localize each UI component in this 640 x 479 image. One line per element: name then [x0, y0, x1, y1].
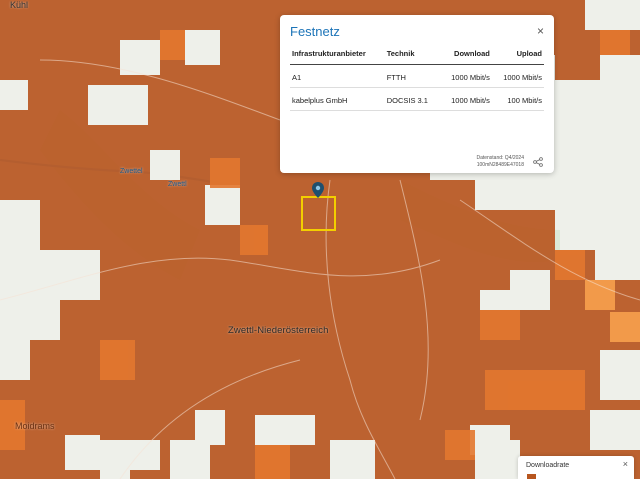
data-status: Datenstand: Q4/2024 100mN28489E47018: [476, 155, 524, 169]
upload-cell: 100 Mbit/s: [491, 87, 544, 111]
city-label: Zwettl-Niederösterreich: [228, 325, 329, 336]
provider-cell: A1: [290, 64, 385, 88]
data-date: Datenstand: Q4/2024: [476, 155, 524, 161]
place-label-moidrams: Moidrams: [15, 421, 55, 431]
column-header-download: Download: [439, 46, 492, 65]
provider-cell: kabelplus GmbH: [290, 87, 385, 111]
provider-table: Infrastrukturanbieter Technik Download U…: [290, 46, 544, 111]
popup-title: Festnetz: [290, 24, 340, 39]
download-cell: 1000 Mbit/s: [439, 64, 492, 88]
legend-panel: Downloadrate ×: [518, 456, 634, 479]
info-popup: Festnetz × Infrastrukturanbieter Technik…: [280, 15, 554, 173]
cell-id: 100mN28489E47018: [476, 162, 524, 168]
river-label-zwettl: Zwettl: [168, 181, 187, 188]
place-label-kuehl: Kühl: [10, 0, 29, 10]
column-header-provider: Infrastrukturanbieter: [290, 46, 385, 65]
technology-cell: DOCSIS 3.1: [384, 87, 440, 111]
download-cell: 1000 Mbit/s: [439, 87, 492, 111]
column-header-upload: Upload: [491, 46, 544, 65]
legend-swatch: [527, 474, 536, 479]
river-label-zwettel: Zwettel: [120, 168, 143, 175]
legend-title: Downloadrate: [526, 462, 570, 469]
close-icon[interactable]: ×: [537, 24, 544, 38]
column-header-technology: Technik: [384, 46, 440, 65]
table-row: A1 FTTH 1000 Mbit/s 1000 Mbit/s: [290, 64, 544, 88]
upload-cell: 1000 Mbit/s: [491, 64, 544, 88]
technology-cell: FTTH: [384, 64, 440, 88]
table-row: kabelplus GmbH DOCSIS 3.1 1000 Mbit/s 10…: [290, 87, 544, 111]
table-header-row: Infrastrukturanbieter Technik Download U…: [290, 46, 544, 65]
share-icon[interactable]: [533, 157, 543, 169]
legend-close-icon[interactable]: ×: [623, 459, 628, 469]
